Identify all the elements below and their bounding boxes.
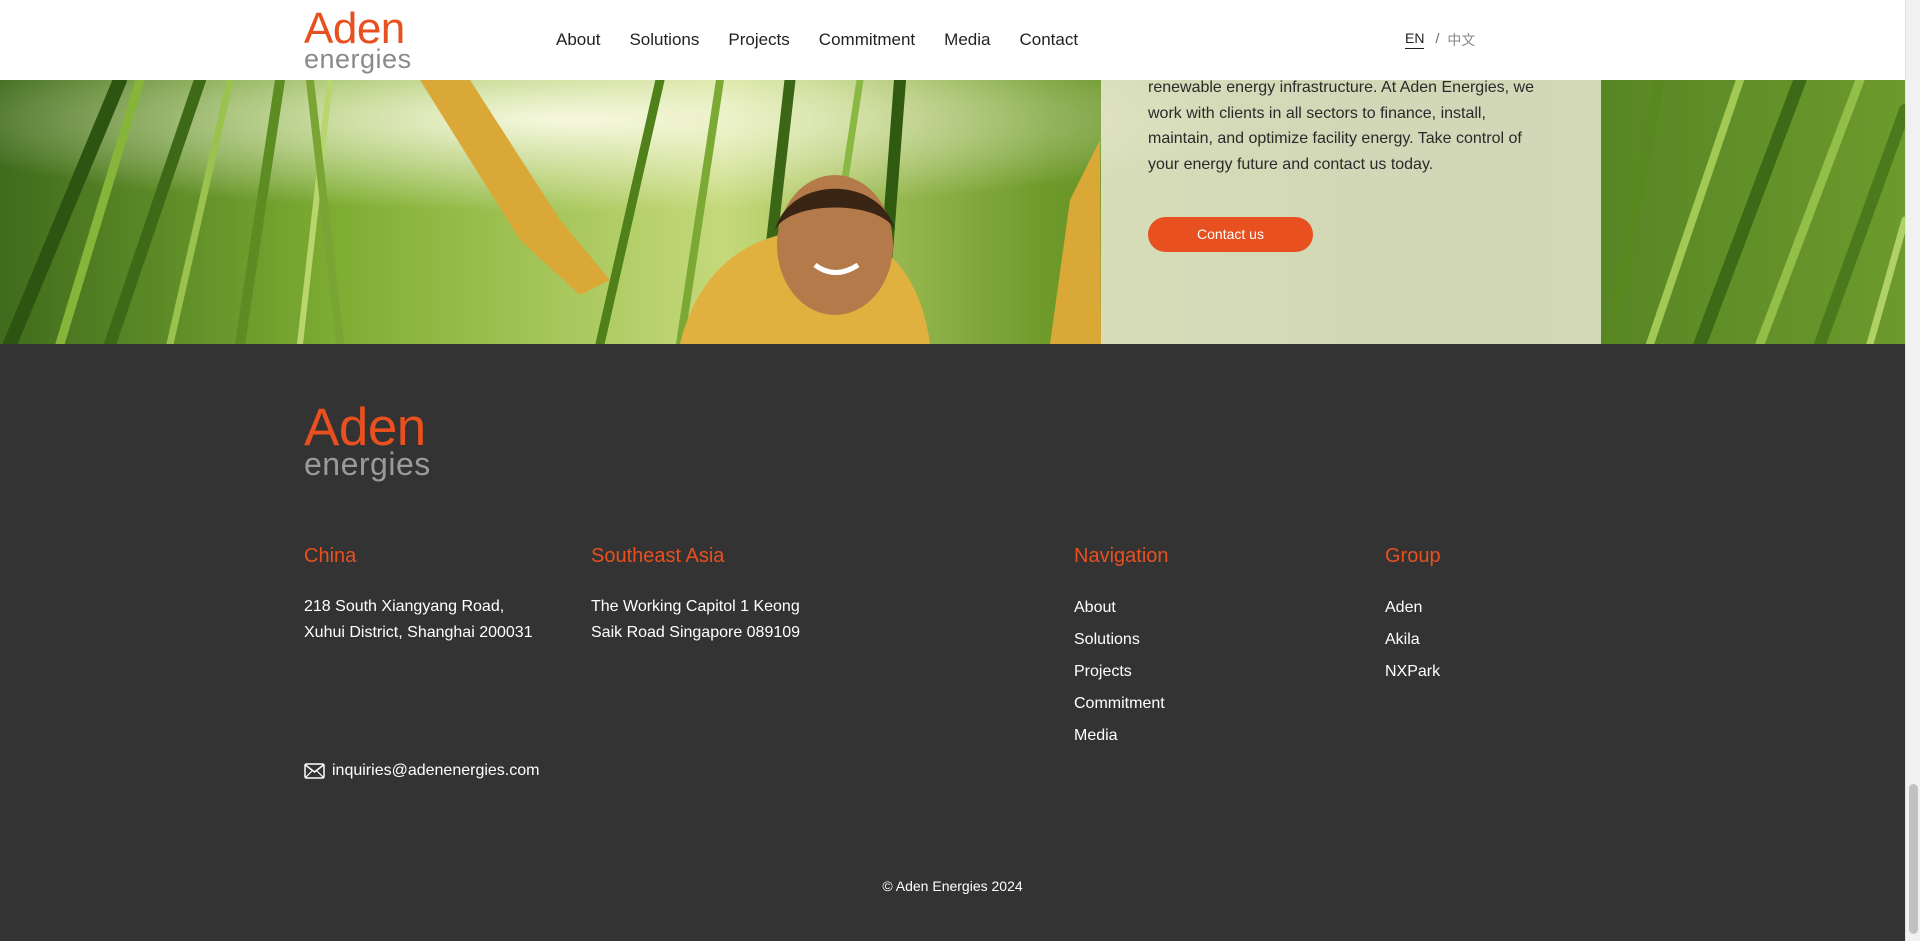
southeast-asia-heading: Southeast Asia bbox=[591, 545, 725, 567]
china-address: 218 South Xiangyang Road, Xuhui District… bbox=[304, 594, 533, 646]
china-heading: China bbox=[304, 545, 357, 567]
group-links: Aden Akila NXPark bbox=[1385, 598, 1441, 682]
group-link-nxpark[interactable]: NXPark bbox=[1385, 662, 1441, 682]
envelope-icon bbox=[304, 763, 325, 779]
bamboo-forest-image bbox=[0, 80, 1905, 344]
navigation-heading: Navigation bbox=[1074, 545, 1169, 567]
page-scrollbar[interactable] bbox=[1905, 0, 1920, 941]
nav-projects[interactable]: Projects bbox=[728, 29, 789, 51]
group-link-akila[interactable]: Akila bbox=[1385, 630, 1441, 650]
footer-logo-energies: energies bbox=[304, 446, 431, 482]
site-header: Aden energies About Solutions Projects C… bbox=[0, 0, 1905, 80]
footer-link-solutions[interactable]: Solutions bbox=[1074, 630, 1169, 650]
scrollbar-thumb[interactable] bbox=[1909, 784, 1918, 934]
nav-about[interactable]: About bbox=[556, 29, 600, 51]
group-heading: Group bbox=[1385, 545, 1441, 567]
sea-address-line1: The Working Capitol 1 Keong bbox=[591, 598, 800, 615]
contact-us-button[interactable]: Contact us bbox=[1148, 217, 1313, 252]
contact-panel: renewable energy infrastructure. At Aden… bbox=[1101, 80, 1601, 344]
footer-logo[interactable]: Aden energies bbox=[304, 398, 431, 482]
footer-southeast-asia: Southeast Asia The Working Capitol 1 Keo… bbox=[591, 544, 800, 646]
main-nav: About Solutions Projects Commitment Medi… bbox=[556, 29, 1107, 51]
china-address-line1: 218 South Xiangyang Road, bbox=[304, 598, 505, 615]
contact-hero: renewable energy infrastructure. At Aden… bbox=[0, 80, 1905, 344]
china-address-line2: Xuhui District, Shanghai 200031 bbox=[304, 624, 533, 641]
footer-link-projects[interactable]: Projects bbox=[1074, 662, 1169, 682]
lang-separator: / bbox=[1435, 30, 1440, 46]
footer-navigation: Navigation About Solutions Projects Comm… bbox=[1074, 544, 1169, 758]
contact-description: renewable energy infrastructure. At Aden… bbox=[1148, 80, 1534, 173]
email-link[interactable]: inquiries@adenenergies.com bbox=[304, 762, 539, 780]
nav-media[interactable]: Media bbox=[944, 29, 990, 51]
logo-wordmark-energies: energies bbox=[304, 44, 412, 74]
language-switcher: EN / 中文 bbox=[1405, 30, 1475, 50]
group-link-aden[interactable]: Aden bbox=[1385, 598, 1441, 618]
footer-link-media[interactable]: Media bbox=[1074, 726, 1169, 746]
footer-link-commitment[interactable]: Commitment bbox=[1074, 694, 1169, 714]
email-address: inquiries@adenenergies.com bbox=[332, 762, 540, 779]
nav-contact[interactable]: Contact bbox=[1019, 29, 1078, 51]
nav-solutions[interactable]: Solutions bbox=[629, 29, 699, 51]
sea-address-line2: Saik Road Singapore 089109 bbox=[591, 624, 801, 641]
southeast-asia-address: The Working Capitol 1 Keong Saik Road Si… bbox=[591, 594, 800, 646]
lang-zh[interactable]: 中文 bbox=[1447, 30, 1475, 50]
logo-wordmark-aden: Aden bbox=[304, 4, 405, 53]
footer-nav-links: About Solutions Projects Commitment Medi… bbox=[1074, 598, 1169, 746]
footer-logo-aden: Aden bbox=[304, 398, 426, 457]
site-footer: Aden energies China 218 South Xiangyang … bbox=[0, 344, 1905, 941]
lang-en[interactable]: EN bbox=[1405, 30, 1425, 49]
header-logo[interactable]: Aden energies bbox=[304, 4, 412, 74]
footer-china: China 218 South Xiangyang Road, Xuhui Di… bbox=[304, 544, 533, 646]
footer-link-about[interactable]: About bbox=[1074, 598, 1169, 618]
nav-commitment[interactable]: Commitment bbox=[819, 29, 915, 51]
footer-group: Group Aden Akila NXPark bbox=[1385, 544, 1441, 694]
copyright: © Aden Energies 2024 bbox=[882, 878, 1023, 894]
